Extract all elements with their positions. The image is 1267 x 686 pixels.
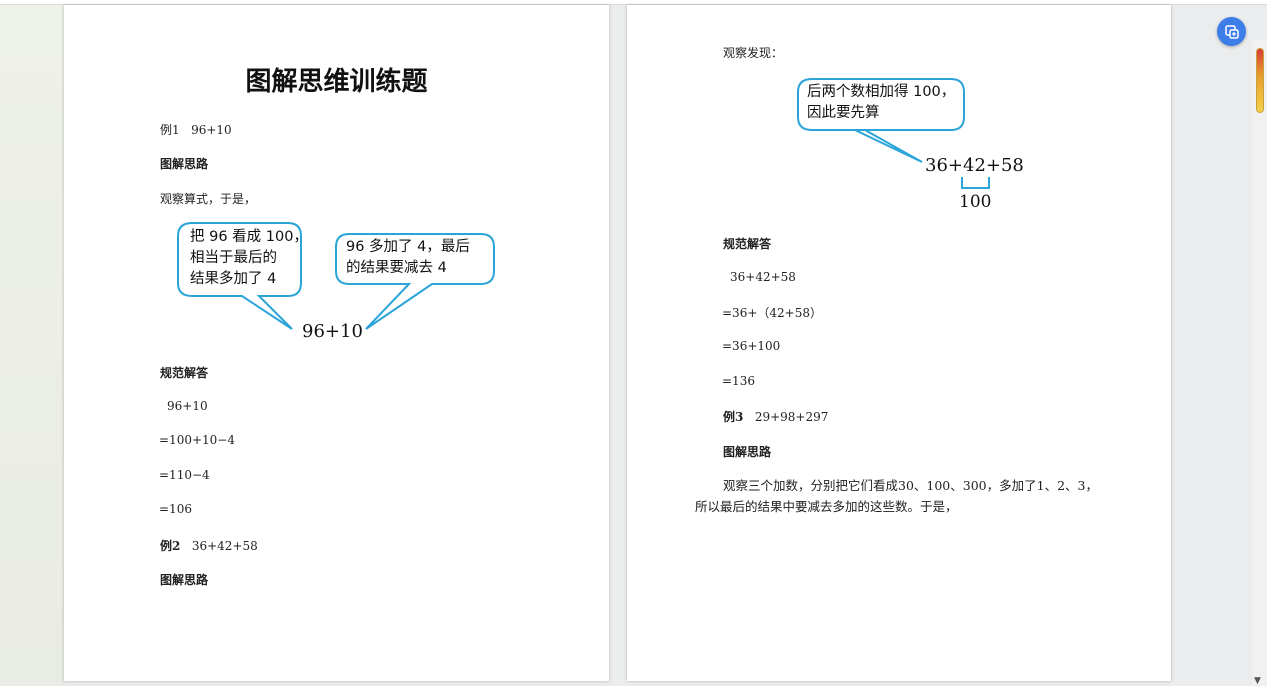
vertical-scrollbar[interactable]: [1252, 40, 1267, 686]
figure-expression: 36+42+58: [925, 155, 1024, 176]
bubble-line-1: 后两个数相加得 100，: [807, 84, 956, 100]
answer-step-1: 36+42+58: [730, 270, 796, 284]
thinking-heading: 图解思路: [723, 445, 772, 459]
scrollbar-thumb[interactable]: [1256, 48, 1264, 113]
figure-sum: 100: [959, 192, 992, 212]
bubble-text: 后两个数相加得 100， 因此要先算: [807, 82, 955, 124]
example-2-label: 例2: [160, 539, 181, 553]
example-3-label: 例3: [723, 410, 744, 424]
example-3-heading: 例3 29+98+297: [723, 408, 828, 425]
answer-step-1: 96+10: [167, 399, 208, 413]
bubble-1-line-2: 相当于最后的: [190, 250, 277, 266]
bubble-1-line-1: 把 96 看成 100，: [190, 229, 308, 245]
bubble-line-2: 因此要先算: [807, 105, 880, 121]
translate-button[interactable]: [1217, 17, 1246, 46]
thinking-heading-2: 图解思路: [160, 573, 209, 587]
answer-step-3: =110−4: [159, 468, 210, 482]
example-2-expression: 36+42+58: [191, 539, 258, 553]
example-3-expression: 29+98+297: [754, 410, 829, 424]
workspace-background: [0, 0, 64, 686]
answer-step-3: =36+100: [722, 339, 781, 353]
explanation-paragraph: 观察三个加数，分别把它们看成30、100、300，多加了1、2、3，所以最后的结…: [695, 478, 1098, 514]
bubble-2-text: 96 多加了 4，最后 的结果要减去 4: [346, 237, 470, 279]
example-2-heading: 例2 36+42+58: [160, 537, 258, 554]
document-page-1: 图解思维训练题 例1 96+10 图解思路 观察算式，于是， 把 96 看成 1…: [64, 5, 609, 681]
answer-step-4: =136: [722, 374, 755, 388]
bracket-line: [961, 177, 990, 189]
speech-bubbles-figure: [177, 222, 495, 330]
answer-step-2: =36+（42+58）: [722, 306, 822, 320]
bubble-1-text: 把 96 看成 100， 相当于最后的 结果多加了 4: [190, 227, 308, 290]
bubble-2-line-2: 的结果要减去 4: [346, 260, 447, 276]
document-page-2: 观察发现： 后两个数相加得 100， 因此要先算 36+42+58 100 规范…: [627, 5, 1171, 681]
bubble-1-line-3: 结果多加了 4: [190, 271, 277, 287]
bubble-2-line-1: 96 多加了 4，最后: [346, 239, 470, 255]
translate-icon: [1224, 24, 1239, 39]
answer-step-2: =100+10−4: [159, 433, 235, 447]
scroll-down-arrow-icon[interactable]: ▼: [1254, 676, 1261, 686]
answer-heading: 规范解答: [160, 366, 209, 380]
answer-heading: 规范解答: [723, 237, 772, 251]
figure-expression: 96+10: [302, 321, 363, 342]
answer-step-4: =106: [159, 502, 192, 516]
